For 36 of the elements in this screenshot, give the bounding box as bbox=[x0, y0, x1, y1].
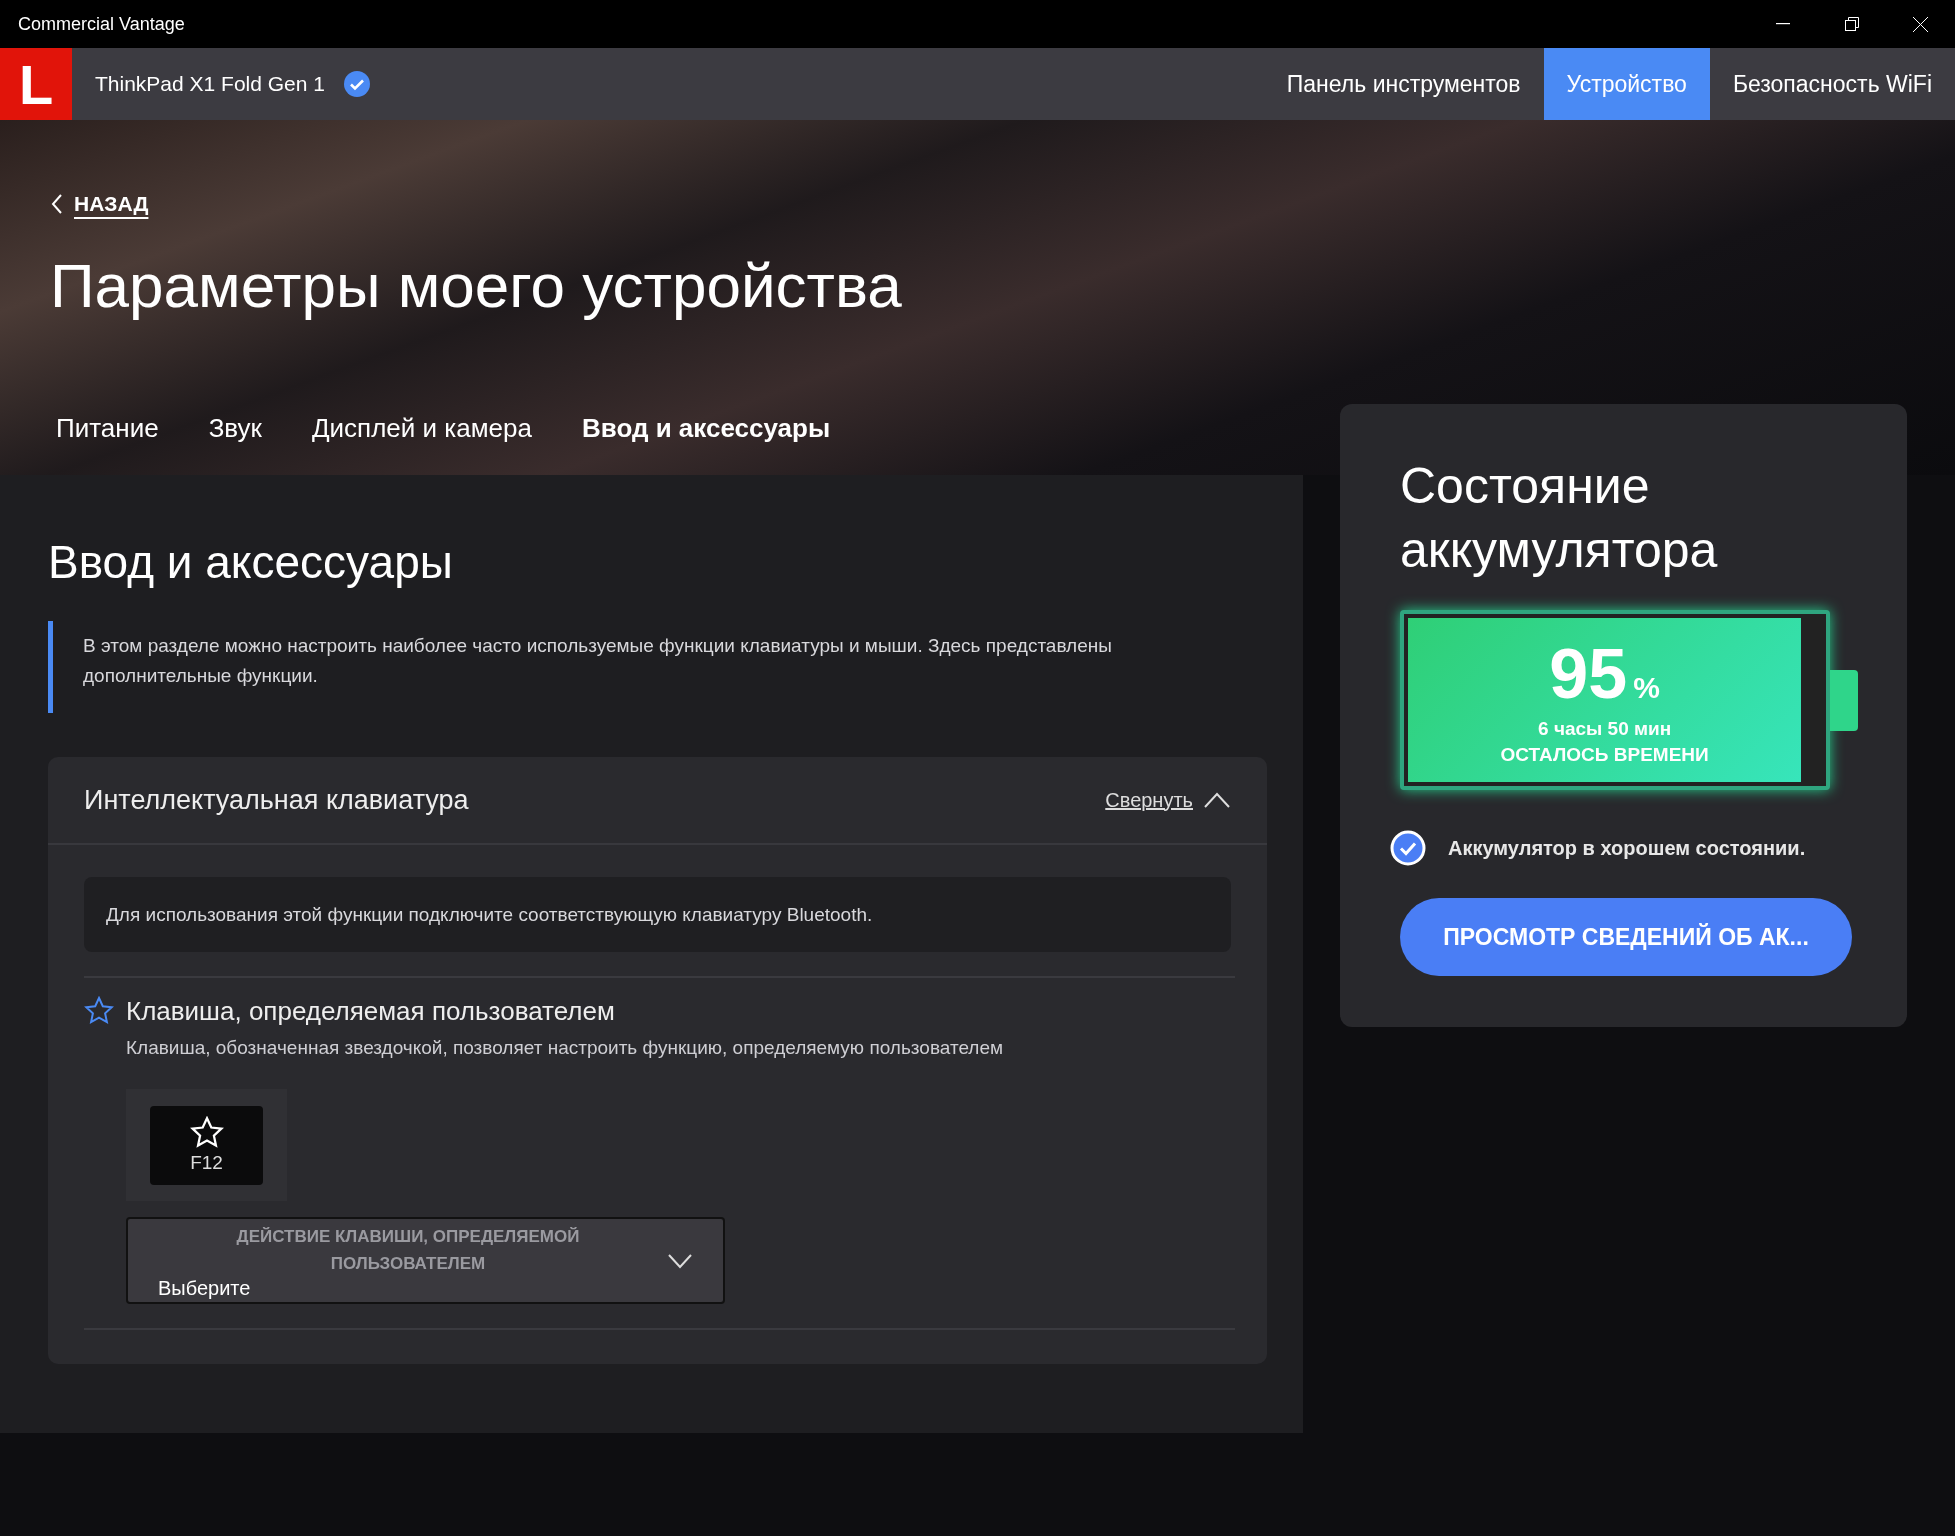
page-title: Параметры моего устройства bbox=[50, 250, 903, 321]
section-description: В этом разделе можно настроить наиболее часто используемые функции клавиатуры и мыши. Здесь представлены дополнительные функции. bbox=[48, 621, 1228, 713]
window-title: Commercial Vantage bbox=[18, 13, 185, 35]
sub-tab[interactable]: Питание bbox=[56, 413, 159, 444]
nav-tab[interactable]: Безопасность WiFi bbox=[1709, 48, 1955, 120]
notice-message: Для использования этой функции подключите соответствующую клавиатуру Bluetooth. bbox=[84, 877, 1231, 952]
nav-tab[interactable]: Панель инструментов bbox=[1263, 48, 1544, 120]
feature-description: Клавиша, обозначенная звездочкой, позволяет настроить функцию, определяемую пользователем bbox=[126, 1037, 1004, 1059]
sub-tab[interactable]: Ввод и аксессуары bbox=[581, 413, 831, 444]
battery-health-text: Аккумулятор в хорошем состоянии. bbox=[1448, 836, 1806, 860]
restore-icon bbox=[1844, 17, 1859, 31]
time-remaining-label: ОСТАЛОСЬ ВРЕМЕНИ bbox=[1500, 744, 1709, 766]
chevron-down-icon bbox=[667, 1253, 693, 1269]
star-icon bbox=[189, 1116, 224, 1150]
star-icon bbox=[84, 996, 114, 1026]
battery-details-button[interactable]: ПРОСМОТР СВЕДЕНИЙ ОБ АК... bbox=[1400, 898, 1852, 976]
time-remaining: 6 часы 50 мин bbox=[1538, 718, 1672, 740]
minimize-icon bbox=[1775, 23, 1790, 25]
feature-title: Клавиша, определяемая пользователем bbox=[126, 996, 616, 1027]
collapse-link[interactable]: Свернуть bbox=[1105, 788, 1193, 812]
logo: L bbox=[0, 48, 72, 120]
battery-tip bbox=[1830, 669, 1858, 731]
close-icon bbox=[1913, 16, 1928, 32]
card-title: Интеллектуальная клавиатура bbox=[84, 784, 469, 816]
chevron-up-icon[interactable] bbox=[1203, 791, 1231, 809]
battery-title: Состояние аккумулятора bbox=[1400, 457, 1719, 580]
back-chevron-icon bbox=[50, 193, 64, 215]
key-label: F12 bbox=[190, 1152, 223, 1174]
section-title: Ввод и аксессуары bbox=[48, 535, 454, 589]
sub-tab[interactable]: Дисплей и камера bbox=[311, 413, 532, 444]
back-link[interactable]: НАЗАД bbox=[50, 192, 149, 216]
percent-sign: % bbox=[1633, 671, 1660, 705]
battery-percent: 95 bbox=[1549, 634, 1628, 714]
action-dropdown[interactable]: ДЕЙСТВИЕ КЛАВИШИ, ОПРЕДЕЛЯЕМОЙ ПОЛЬЗОВАТЕЛЕМ Выберите bbox=[126, 1217, 725, 1304]
sub-tab[interactable]: Звук bbox=[208, 413, 262, 444]
device-name: ThinkPad X1 Fold Gen 1 bbox=[95, 72, 325, 96]
